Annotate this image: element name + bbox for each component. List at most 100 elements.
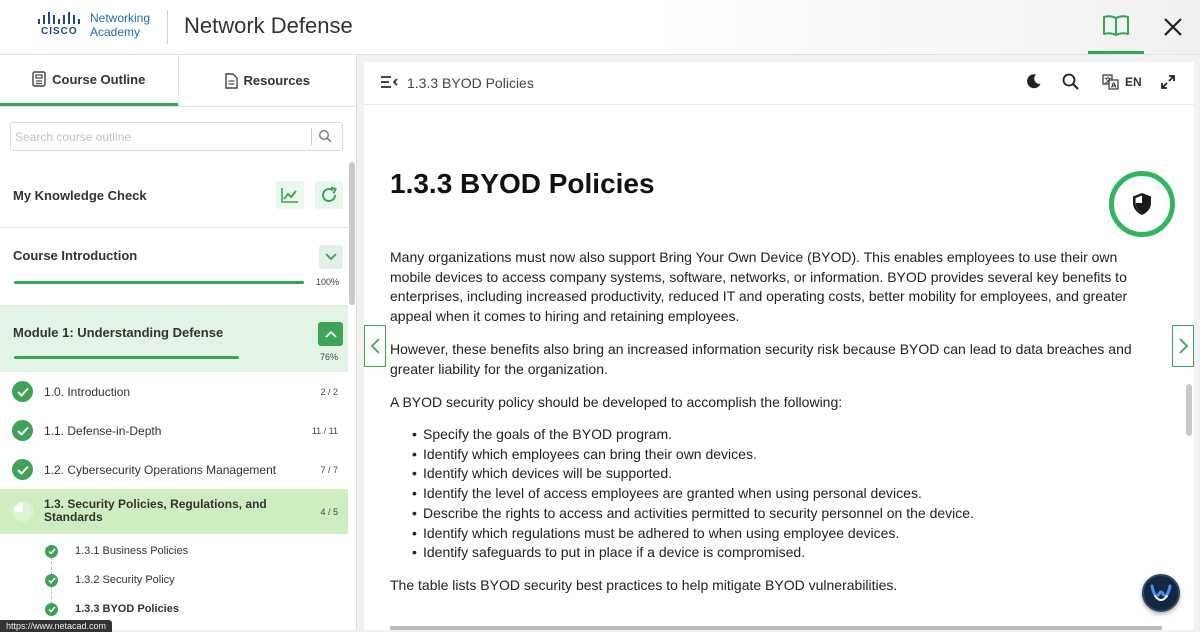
content-paragraph: A BYOD security policy should be develop… — [390, 394, 843, 410]
knowledge-check-refresh-button[interactable] — [315, 181, 343, 209]
course-intro-row[interactable]: Course Introduction 100% — [0, 228, 348, 306]
menu-collapse-icon — [381, 76, 398, 88]
brand-line2: Academy — [90, 25, 141, 39]
outline-item-label: 1.1. Defense-in-Depth — [44, 424, 162, 438]
outline-icon — [32, 71, 46, 87]
svg-text:A: A — [1111, 82, 1117, 90]
outline-item-count: 4 / 5 — [320, 507, 338, 517]
tab-resources-label: Resources — [243, 73, 310, 88]
knowledge-check-row: My Knowledge Check — [0, 162, 348, 228]
course-intro-progress: 100% — [316, 277, 340, 287]
knowledge-check-stats-button[interactable] — [276, 181, 304, 209]
content-paragraph: However, these benefits also bring an in… — [390, 341, 1132, 377]
check-circle-icon — [12, 381, 33, 402]
security-badge — [1109, 171, 1175, 237]
course-intro-expand-button[interactable] — [319, 245, 343, 269]
assistant-button[interactable] — [1142, 574, 1180, 612]
next-page-button[interactable] — [1172, 325, 1194, 367]
chevron-right-icon — [1178, 338, 1188, 354]
shield-icon — [1133, 193, 1151, 215]
dark-mode-button[interactable] — [1026, 73, 1042, 89]
outline-item-1-3[interactable]: 1.3. Security Policies, Regulations, and… — [0, 489, 348, 534]
partial-progress-icon — [12, 501, 33, 522]
content-scrollbar[interactable] — [1186, 384, 1192, 436]
search-content-button[interactable] — [1062, 73, 1079, 90]
language-label: EN — [1125, 75, 1142, 89]
refresh-icon — [322, 186, 337, 203]
outline-item-1-2[interactable]: 1.2. Cybersecurity Operations Management… — [0, 450, 348, 489]
outline-item-count: 7 / 7 — [320, 465, 338, 475]
moon-icon — [1027, 74, 1041, 89]
course-book-button[interactable] — [1088, 0, 1144, 54]
outline-item-label: 1.2. Cybersecurity Operations Management — [44, 463, 277, 477]
search-icon — [318, 129, 332, 143]
check-circle-icon — [45, 574, 58, 587]
list-item: Describe the rights to access and activi… — [390, 504, 1130, 524]
module-row[interactable]: Module 1: Understanding Defense 76% — [0, 306, 348, 372]
list-item: Identify which employees can bring their… — [390, 445, 1130, 465]
module-progress: 76% — [320, 352, 339, 362]
chevron-down-icon — [325, 253, 337, 261]
table-horizontal-scrollbar[interactable] — [390, 626, 1162, 630]
course-sidebar: Course Outline Resources My Knowledge Ch… — [0, 55, 357, 630]
breadcrumb: 1.3.3 BYOD Policies — [407, 75, 534, 91]
sidebar-tabs: Course Outline Resources — [0, 55, 356, 107]
list-item: Identify the level of access employees a… — [390, 484, 1130, 504]
outline-item-count: 2 / 2 — [320, 387, 338, 397]
fullscreen-button[interactable] — [1161, 75, 1175, 89]
trend-chart-icon — [281, 188, 298, 203]
brand-cisco: CISCO — [41, 26, 78, 37]
search-icon — [1062, 73, 1079, 90]
outline-search — [10, 122, 343, 151]
status-url-tooltip: https://www.netacad.com — [0, 620, 113, 632]
translate-icon: 文A — [1102, 74, 1119, 90]
outline-item-label: 1.0. Introduction — [44, 385, 131, 399]
check-circle-icon — [12, 420, 33, 441]
brand-academy-name: Networking Academy — [90, 11, 150, 39]
cisco-bars-icon — [38, 12, 80, 24]
subitem-label: 1.3.1 Business Policies — [75, 545, 189, 557]
check-circle-icon — [12, 459, 33, 480]
tab-course-outline[interactable]: Course Outline — [0, 55, 178, 106]
subitem-label: 1.3.3 BYOD Policies — [75, 603, 179, 615]
content-paragraph: Many organizations must now also support… — [390, 249, 1128, 325]
toggle-outline-button[interactable] — [380, 75, 398, 89]
top-header: CISCO Networking Academy Network Defense — [0, 0, 1200, 55]
outline-item-label: 1.3. Security Policies, Regulations, and… — [44, 497, 267, 524]
document-icon — [224, 72, 238, 89]
outline-item-count: 11 / 11 — [311, 426, 338, 436]
language-selector[interactable]: 文A EN — [1102, 74, 1142, 90]
module-collapse-button[interactable] — [318, 322, 343, 346]
list-item: Identify which regulations must be adher… — [390, 524, 1130, 544]
previous-page-button[interactable] — [364, 325, 386, 367]
close-button[interactable] — [1154, 8, 1192, 46]
outline-item-1-0[interactable]: 1.0. Introduction 2 / 2 — [0, 372, 348, 411]
outline-item-1-1[interactable]: 1.1. Defense-in-Depth 11 / 11 — [0, 411, 348, 450]
cisco-networking-academy-logo[interactable]: CISCO Networking Academy — [38, 11, 158, 42]
close-icon — [1164, 18, 1182, 36]
book-open-icon — [1103, 14, 1129, 36]
list-item: Specify the goals of the BYOD program. — [390, 425, 1130, 445]
tab-course-outline-label: Course Outline — [52, 71, 146, 87]
chevron-up-icon — [324, 330, 337, 338]
search-button[interactable] — [318, 129, 332, 148]
knowledge-check-label: My Knowledge Check — [13, 188, 147, 203]
check-circle-icon — [45, 603, 58, 616]
module-label: Module 1: Understanding Defense — [13, 325, 224, 340]
app-title: Network Defense — [184, 13, 353, 38]
chevron-left-icon — [370, 338, 380, 354]
check-circle-icon — [45, 545, 58, 558]
expand-icon — [1161, 75, 1175, 89]
sidebar-scrollbar[interactable] — [349, 162, 355, 305]
subitem-1-3-2[interactable]: 1.3.2 Security Policy — [0, 566, 348, 595]
outline-search-input[interactable] — [15, 127, 305, 147]
assistant-logo-icon — [1150, 584, 1172, 601]
tab-resources[interactable]: Resources — [177, 55, 357, 106]
subitem-1-3-1[interactable]: 1.3.1 Business Policies — [0, 537, 348, 566]
content-paragraph: The table lists BYOD security best pract… — [390, 577, 898, 593]
course-intro-label: Course Introduction — [13, 248, 138, 263]
outline-tree: My Knowledge Check Course Introduction 1… — [0, 162, 357, 630]
module-progress-bar — [14, 356, 239, 359]
brand-line1: Networking — [90, 11, 151, 25]
header-divider — [167, 10, 168, 44]
